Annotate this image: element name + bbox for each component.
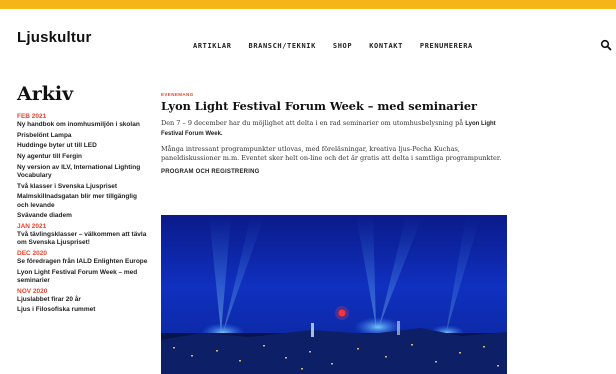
browser-frame: Ljuskultur ARTIKLAR BRANSCH/TEKNIK SHOP … xyxy=(0,0,616,374)
month-heading: DEC 2020 xyxy=(17,249,47,257)
archive-link[interactable]: Se föredragen från IALD Enlighten Europe xyxy=(17,258,149,266)
archive-link[interactable]: Huddinge byter ut till LED xyxy=(17,142,149,150)
program-heading[interactable]: PROGRAM OCH REGISTRERING xyxy=(161,169,511,175)
nav-shop[interactable]: SHOP xyxy=(333,42,352,50)
archive-link[interactable]: Malmskillnadsgatan blir mer tillgänglig … xyxy=(17,193,149,209)
article-intro: Den 7 – 9 december har du möjlighet att … xyxy=(161,119,511,139)
archive-link[interactable]: Ljuslabbet firar 20 år xyxy=(17,296,149,304)
nav-bransch-teknik[interactable]: BRANSCH/TEKNIK xyxy=(249,42,316,50)
article-intro-text: Den 7 – 9 december har du möjlighet att … xyxy=(161,119,464,127)
search-icon[interactable] xyxy=(600,39,612,51)
archive-sidebar: Arkiv FEB 2021 Ny handbok om inomhusmilj… xyxy=(17,83,149,317)
article-body: Många intressant programpunkter utlovas,… xyxy=(161,145,502,162)
archive-link[interactable]: Två klasser i Svenska Ljuspriset xyxy=(17,183,149,191)
month-heading: NOV 2020 xyxy=(17,287,48,295)
archive-link[interactable]: Svävande diadem xyxy=(17,212,149,220)
article-title: Lyon Light Festival Forum Week – med sem… xyxy=(161,99,478,113)
nav-artiklar[interactable]: ARTIKLAR xyxy=(193,42,232,50)
main-nav: ARTIKLAR BRANSCH/TEKNIK SHOP KONTAKT PRE… xyxy=(193,42,473,50)
month-heading: FEB 2021 xyxy=(17,113,47,120)
nav-kontakt[interactable]: KONTAKT xyxy=(369,42,403,50)
archive-link[interactable]: Prisbelönt Lampa xyxy=(17,132,149,140)
page: Ljuskultur ARTIKLAR BRANSCH/TEKNIK SHOP … xyxy=(0,9,616,374)
archive-link[interactable]: Två tävlingsklasser – välkommen att tävl… xyxy=(17,231,149,247)
article-photo xyxy=(161,215,507,374)
month-heading: JAN 2021 xyxy=(17,223,47,231)
archive-link[interactable]: Ljus i Filosofiska rummet xyxy=(17,306,149,314)
archive-link[interactable]: Ny version av ILV, International Lightin… xyxy=(17,164,149,180)
archive-link[interactable]: Ny agentur till Fergin xyxy=(17,153,149,161)
article-category[interactable]: EVENEMANG xyxy=(161,92,511,97)
nav-prenumerera[interactable]: PRENUMERERA xyxy=(420,42,473,50)
site-logo[interactable]: Ljuskultur xyxy=(17,29,92,46)
article: EVENEMANG Lyon Light Festival Forum Week… xyxy=(161,92,511,175)
archive-link[interactable]: Ny handbok om inomhusmiljön i skolan xyxy=(17,121,149,129)
archive-link[interactable]: Lyon Light Festival Forum Week – med sem… xyxy=(17,269,149,285)
archive-title: Arkiv xyxy=(17,83,74,105)
